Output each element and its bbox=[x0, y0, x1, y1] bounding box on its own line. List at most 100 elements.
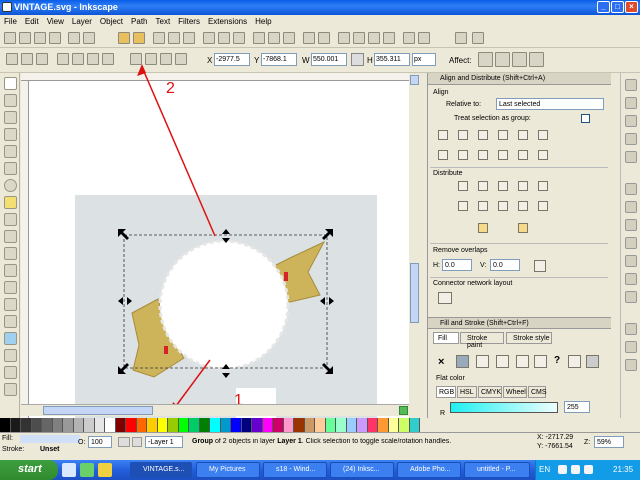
tray-icon[interactable] bbox=[558, 465, 567, 474]
layer-lock-icon[interactable] bbox=[132, 437, 142, 447]
distribute-right-icon[interactable] bbox=[498, 181, 508, 191]
snap-intersections-icon[interactable] bbox=[625, 219, 637, 231]
palette-swatch[interactable] bbox=[210, 418, 221, 432]
tray-network-icon[interactable] bbox=[571, 465, 580, 474]
palette-swatch[interactable] bbox=[409, 418, 420, 432]
connector-layout-icon[interactable] bbox=[438, 292, 452, 304]
snap-object-centers-icon[interactable] bbox=[625, 273, 637, 285]
tab-stroke-style[interactable]: Stroke style bbox=[506, 332, 552, 344]
palette-swatch[interactable] bbox=[189, 418, 200, 432]
palette-swatch[interactable] bbox=[178, 418, 189, 432]
align-right-anchor-icon[interactable] bbox=[438, 130, 448, 140]
horizontal-scrollbar[interactable] bbox=[21, 404, 409, 416]
distribute-center-h-icon[interactable] bbox=[478, 181, 488, 191]
align-top-anchor-icon[interactable] bbox=[518, 150, 528, 160]
distribute-top-icon[interactable] bbox=[458, 201, 468, 211]
align-left-icon[interactable] bbox=[458, 130, 468, 140]
snap-grid-icon[interactable] bbox=[625, 341, 637, 353]
palette-swatch[interactable] bbox=[357, 418, 368, 432]
palette-swatch[interactable] bbox=[241, 418, 252, 432]
snap-line-midpoints-icon[interactable] bbox=[625, 255, 637, 267]
palette-swatch[interactable] bbox=[147, 418, 158, 432]
align-right-icon[interactable] bbox=[498, 130, 508, 140]
mode-cmyk-tab[interactable]: CMYK bbox=[478, 386, 502, 398]
snap-bbox-icon[interactable] bbox=[625, 97, 637, 109]
palette-swatch[interactable] bbox=[52, 418, 63, 432]
align-bottom-icon[interactable] bbox=[498, 150, 508, 160]
swatch-icon[interactable] bbox=[534, 355, 547, 368]
tab-fill[interactable]: Fill bbox=[433, 332, 459, 344]
taskbar-item-photoshop[interactable]: Adobe Pho... bbox=[397, 462, 461, 478]
palette-swatch[interactable] bbox=[273, 418, 284, 432]
language-indicator[interactable]: EN bbox=[539, 465, 550, 474]
taskbar-item-paint[interactable]: untitled - P... bbox=[464, 462, 530, 478]
palette-swatch[interactable] bbox=[325, 418, 336, 432]
center-horizontal-axis-icon[interactable] bbox=[478, 150, 488, 160]
alpha-field[interactable]: 255 bbox=[564, 401, 590, 413]
snap-guides-icon[interactable] bbox=[625, 359, 637, 371]
palette-swatch[interactable] bbox=[262, 418, 273, 432]
mode-cms-tab[interactable]: CMS bbox=[528, 386, 547, 398]
quicklaunch-app-icon[interactable] bbox=[98, 463, 112, 477]
fill-stroke-header[interactable]: Fill and Stroke (Shift+Ctrl+F) bbox=[428, 317, 611, 329]
quicklaunch-browser-icon[interactable] bbox=[80, 463, 94, 477]
mode-hsl-tab[interactable]: HSL bbox=[457, 386, 477, 398]
distribute-gap-h-icon[interactable] bbox=[518, 181, 528, 191]
palette-swatch[interactable] bbox=[136, 418, 147, 432]
taskbar-item-inkscape[interactable]: VINTAGE.s... bbox=[130, 462, 192, 478]
palette-swatch[interactable] bbox=[231, 418, 242, 432]
color-palette[interactable] bbox=[0, 418, 420, 432]
palette-swatch[interactable] bbox=[73, 418, 84, 432]
pattern-icon[interactable] bbox=[516, 355, 529, 368]
color-slider[interactable] bbox=[450, 402, 558, 413]
linear-gradient-icon[interactable] bbox=[476, 355, 489, 368]
fill-rule-evenodd-icon[interactable] bbox=[568, 355, 581, 368]
zoom-field[interactable]: 59% bbox=[594, 436, 624, 448]
distribute-baseline-h-icon[interactable] bbox=[538, 181, 548, 191]
snap-smooth-nodes-icon[interactable] bbox=[625, 237, 637, 249]
taskbar-item-windows[interactable]: s18 - Wind... bbox=[263, 462, 327, 478]
tray-volume-icon[interactable] bbox=[584, 465, 593, 474]
palette-swatch[interactable] bbox=[21, 418, 32, 432]
mode-rgb-tab[interactable]: RGB bbox=[436, 386, 456, 398]
palette-swatch[interactable] bbox=[157, 418, 168, 432]
relative-to-select[interactable]: Last selected bbox=[496, 98, 604, 110]
distribute-center-v-icon[interactable] bbox=[478, 201, 488, 211]
unclump-icon[interactable] bbox=[518, 223, 528, 233]
align-left-anchor-icon[interactable] bbox=[518, 130, 528, 140]
taskbar-item-my-pictures[interactable]: My Pictures bbox=[196, 462, 260, 478]
v-gap-field[interactable]: 0.0 bbox=[490, 259, 520, 271]
randomize-icon[interactable] bbox=[478, 223, 488, 233]
quicklaunch-desktop-icon[interactable] bbox=[62, 463, 76, 477]
palette-swatch[interactable] bbox=[126, 418, 137, 432]
snap-corners-icon[interactable] bbox=[625, 133, 637, 145]
snap-page-icon[interactable] bbox=[625, 323, 637, 335]
palette-swatch[interactable] bbox=[31, 418, 42, 432]
fill-indicator[interactable] bbox=[20, 435, 80, 443]
palette-swatch[interactable] bbox=[294, 418, 305, 432]
palette-swatch[interactable] bbox=[10, 418, 21, 432]
palette-swatch[interactable] bbox=[94, 418, 105, 432]
flat-color-icon[interactable] bbox=[456, 355, 469, 368]
palette-swatch[interactable] bbox=[399, 418, 410, 432]
palette-swatch[interactable] bbox=[315, 418, 326, 432]
align-panel-header[interactable]: Align and Distribute (Shift+Ctrl+A) bbox=[428, 73, 611, 85]
palette-swatch[interactable] bbox=[283, 418, 294, 432]
distribute-baseline-v-icon[interactable] bbox=[538, 201, 548, 211]
snap-edges-icon[interactable] bbox=[625, 115, 637, 127]
no-paint-icon[interactable]: × bbox=[438, 356, 444, 368]
layer-select[interactable]: -Layer 1 bbox=[145, 436, 183, 448]
palette-swatch[interactable] bbox=[388, 418, 399, 432]
start-button[interactable]: start bbox=[0, 460, 58, 480]
scroll-up-button[interactable] bbox=[410, 75, 419, 85]
vertical-scrollbar[interactable] bbox=[409, 73, 420, 418]
palette-swatch[interactable] bbox=[378, 418, 389, 432]
taskbar-item-browser[interactable]: (24) Inksc... bbox=[330, 462, 394, 478]
remove-overlaps-icon[interactable] bbox=[534, 260, 546, 272]
snap-toggle-icon[interactable] bbox=[625, 79, 637, 91]
palette-swatch[interactable] bbox=[0, 418, 11, 432]
layer-visibility-icon[interactable] bbox=[118, 437, 130, 447]
palette-swatch[interactable] bbox=[105, 418, 116, 432]
palette-swatch[interactable] bbox=[42, 418, 53, 432]
align-baseline-h-icon[interactable] bbox=[538, 130, 548, 140]
